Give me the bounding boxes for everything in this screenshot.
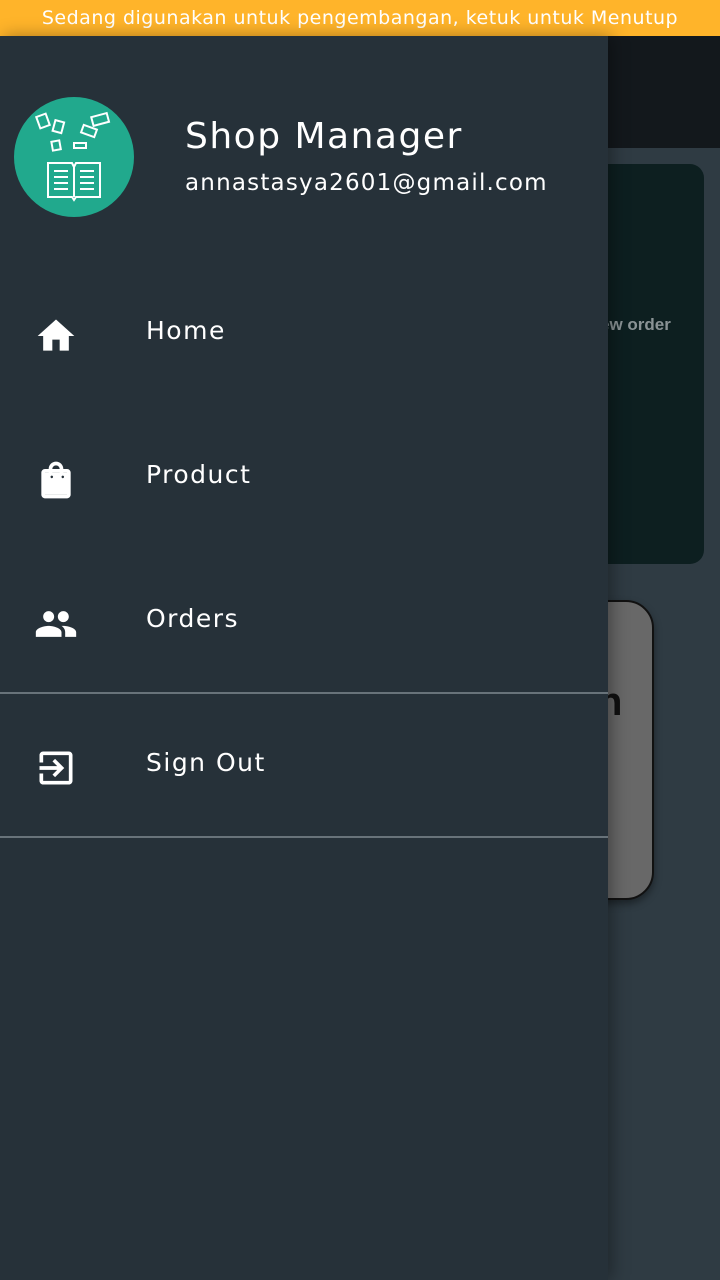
user-email: annastasya2601@gmail.com [185, 170, 548, 196]
nav-item-label: Home [146, 316, 226, 345]
home-icon [37, 319, 75, 351]
nav-item-label: Orders [146, 604, 240, 633]
debug-banner[interactable]: Sedang digunakan untuk pengembangan, ket… [0, 0, 720, 36]
divider [0, 836, 608, 838]
nav-item-orders[interactable]: Orders [0, 582, 608, 662]
nav-item-label: Sign Out [146, 748, 266, 777]
drawer-title: Shop Manager [185, 116, 463, 157]
shopping-bag-icon [41, 461, 71, 499]
nav-item-label: Product [146, 460, 252, 489]
sign-out-icon [39, 751, 73, 785]
nav-item-home[interactable]: Home [0, 294, 608, 374]
book-logo-icon [34, 111, 111, 202]
people-icon [35, 611, 77, 637]
nav-item-sign-out[interactable]: Sign Out [0, 726, 608, 806]
navigation-drawer: Shop Manager annastasya2601@gmail.com Ho… [0, 36, 608, 1280]
avatar [14, 97, 134, 217]
card-text: ew order [600, 315, 671, 334]
divider [0, 692, 608, 694]
nav-item-product[interactable]: Product [0, 438, 608, 518]
